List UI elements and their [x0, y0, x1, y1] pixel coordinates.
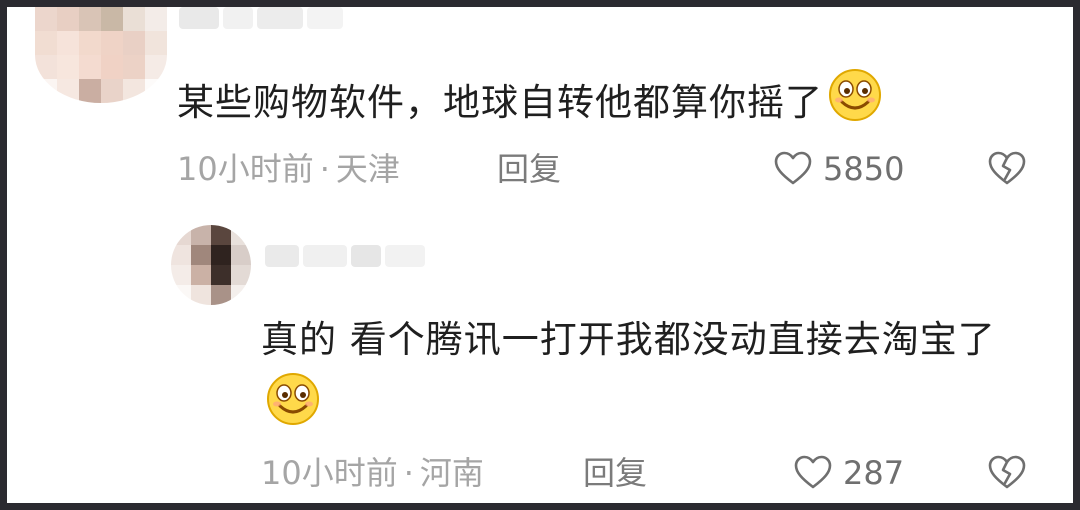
- meta-separator: ·: [403, 454, 414, 492]
- broken-heart-icon[interactable]: [987, 453, 1027, 493]
- smiling-face-emoji-icon: [265, 371, 321, 427]
- reply-meta: 10小时前 · 河南: [261, 451, 484, 495]
- like-button[interactable]: 287: [793, 451, 904, 495]
- commenter-name-blurred[interactable]: [179, 7, 343, 29]
- replier-avatar[interactable]: [171, 225, 251, 305]
- like-count: 5850: [823, 150, 905, 188]
- meta-separator: ·: [319, 150, 330, 188]
- reply-button[interactable]: 回复: [583, 451, 647, 495]
- comment-text-content: 某些购物软件，地球自转他都算你摇了: [177, 81, 823, 124]
- reply-text: 真的 看个腾讯一打开我都没动直接去淘宝了: [261, 309, 1041, 438]
- reply-text-content: 真的 看个腾讯一打开我都没动直接去淘宝了: [261, 318, 996, 361]
- comment-text: 某些购物软件，地球自转他都算你摇了: [177, 67, 1037, 134]
- broken-heart-icon[interactable]: [987, 149, 1027, 189]
- reply-button[interactable]: 回复: [497, 147, 561, 191]
- smiling-face-emoji-icon: [827, 67, 883, 123]
- reply-time: 10小时前: [261, 454, 398, 492]
- screenshot-frame: 某些购物软件，地球自转他都算你摇了 10小时前 · 天津 回复 5850 真的 看个…: [0, 0, 1080, 510]
- comment-time: 10小时前: [177, 150, 314, 188]
- like-count: 287: [843, 454, 905, 492]
- reply-location: 河南: [419, 454, 484, 492]
- comment-location: 天津: [335, 150, 400, 188]
- comment-panel: 某些购物软件，地球自转他都算你摇了 10小时前 · 天津 回复 5850 真的 看个…: [7, 7, 1073, 503]
- like-button[interactable]: 5850: [773, 147, 904, 191]
- comment-meta: 10小时前 · 天津: [177, 147, 400, 191]
- commenter-avatar[interactable]: [35, 7, 167, 103]
- heart-outline-icon: [793, 453, 833, 493]
- replier-name-blurred[interactable]: [265, 245, 425, 267]
- heart-outline-icon: [773, 149, 813, 189]
